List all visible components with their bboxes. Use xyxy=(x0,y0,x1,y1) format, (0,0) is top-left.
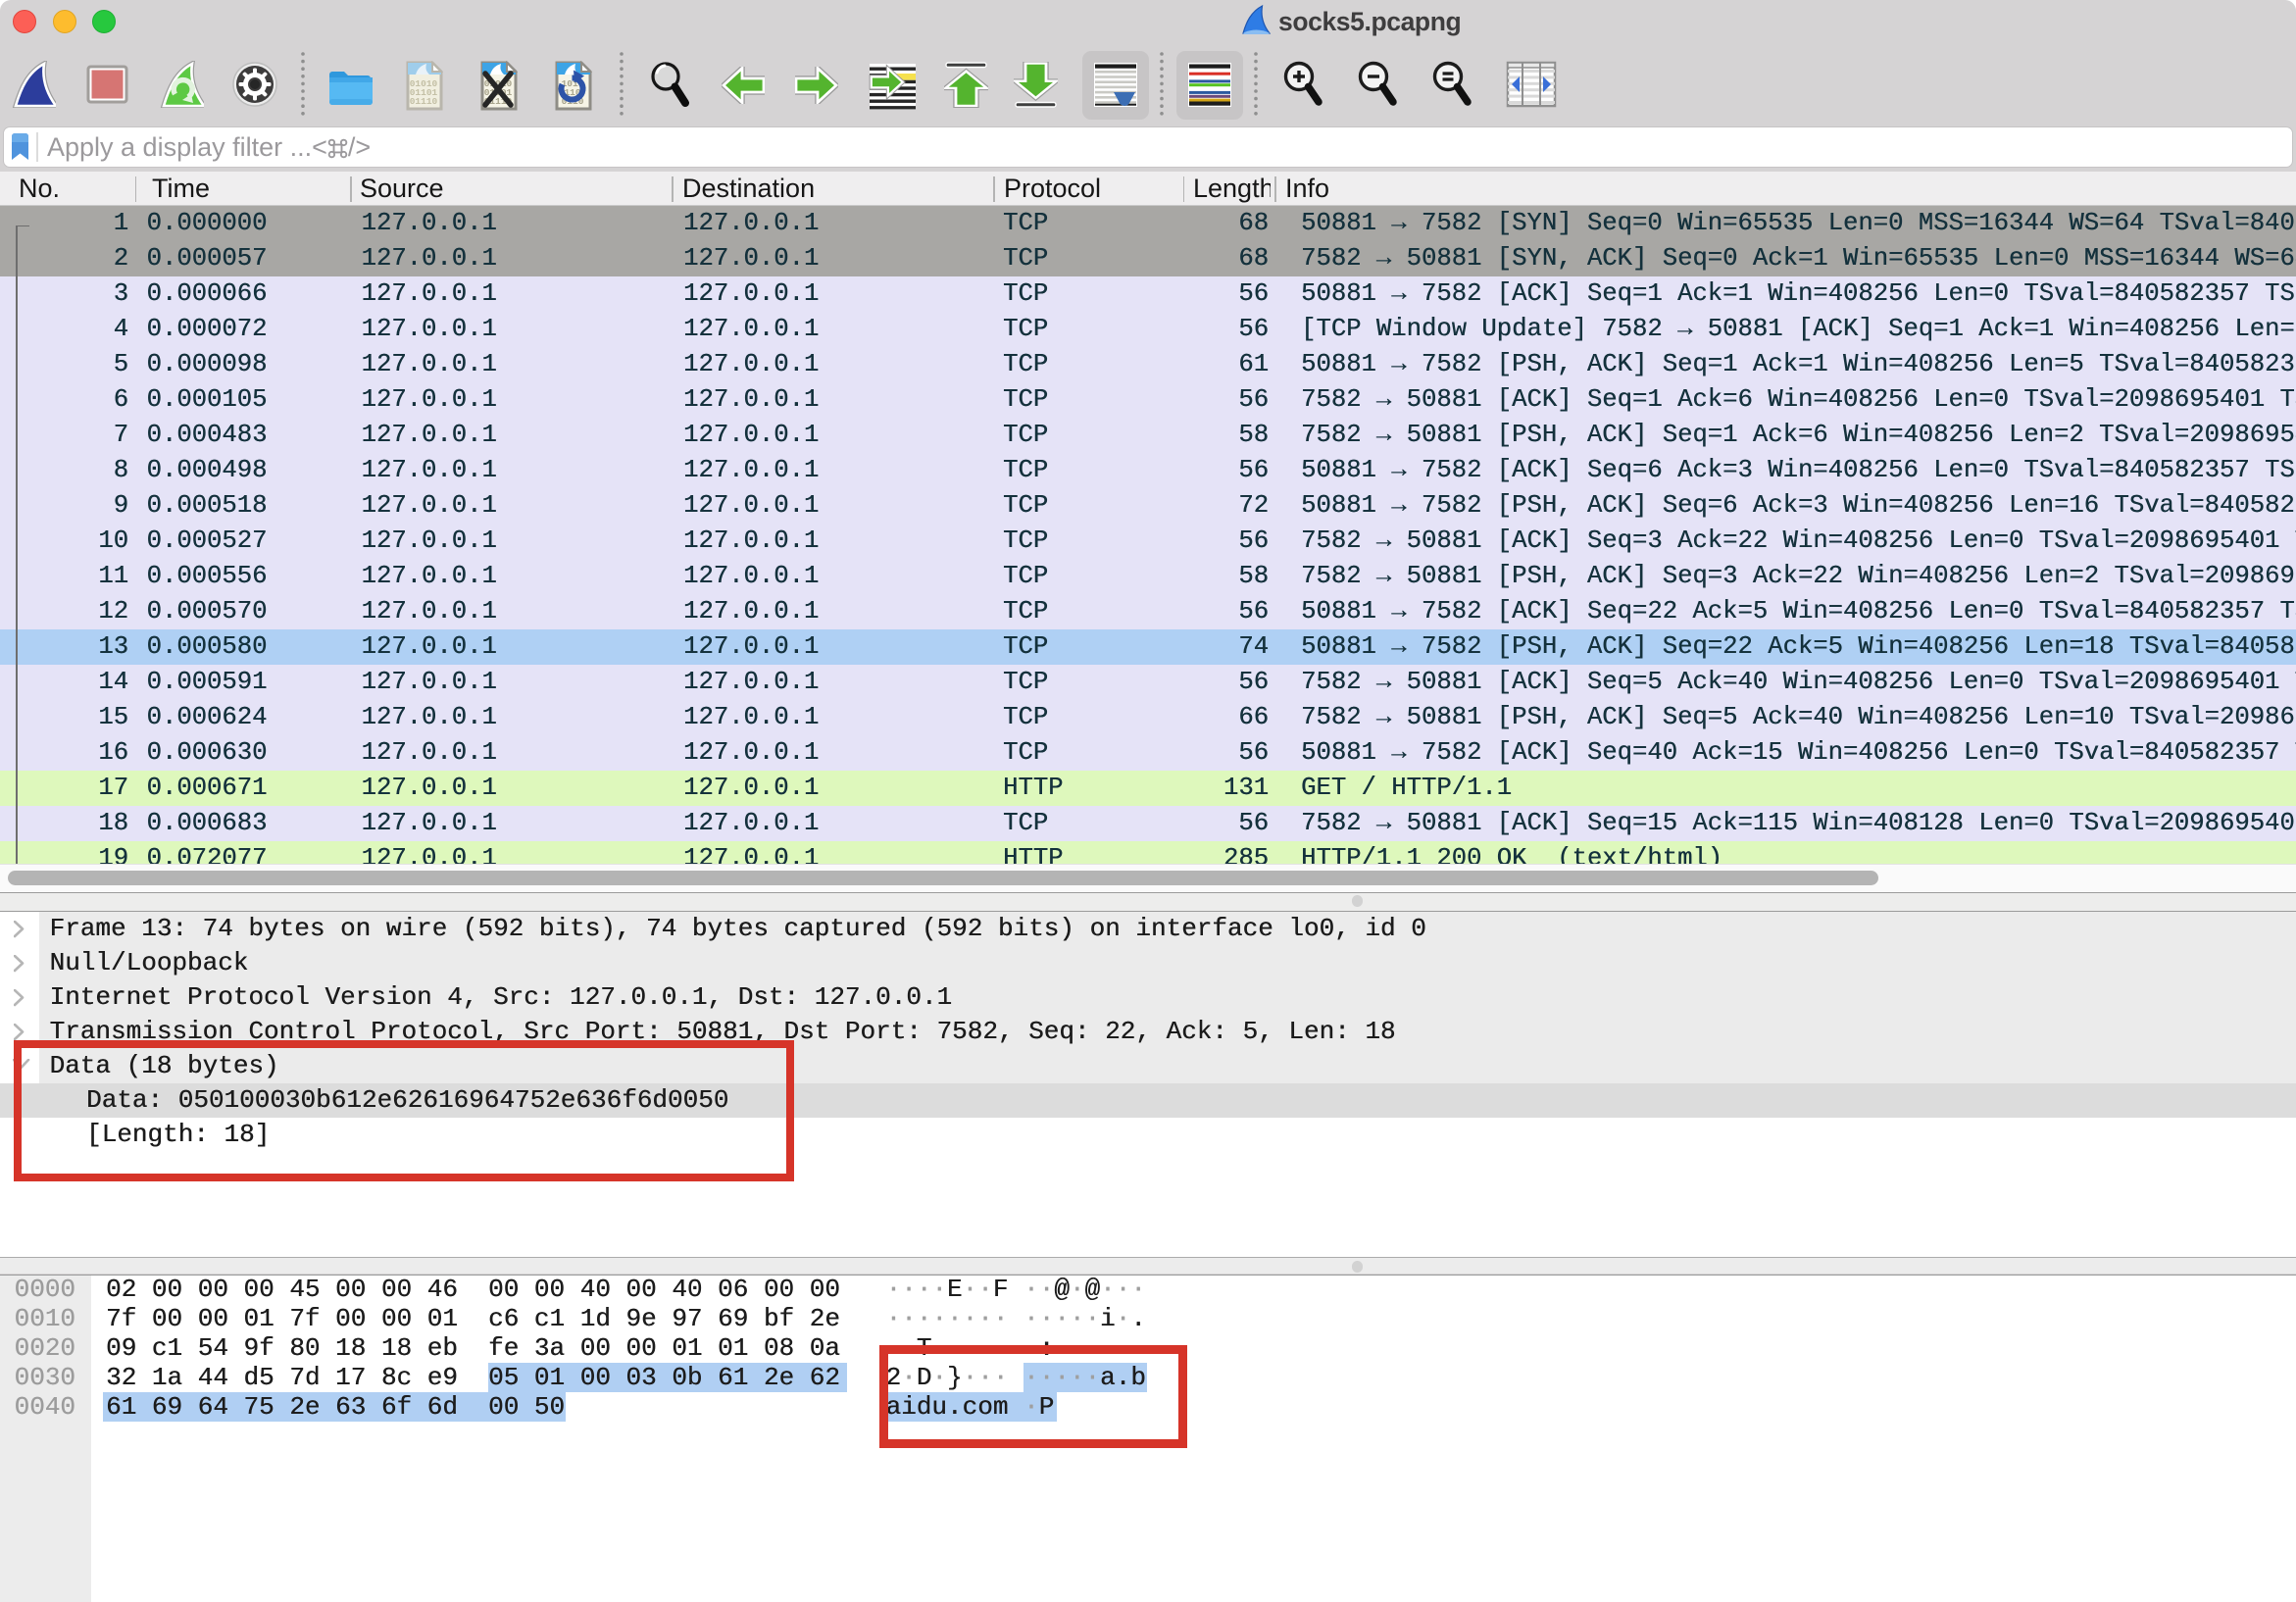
svg-text:01110: 01110 xyxy=(410,96,438,107)
